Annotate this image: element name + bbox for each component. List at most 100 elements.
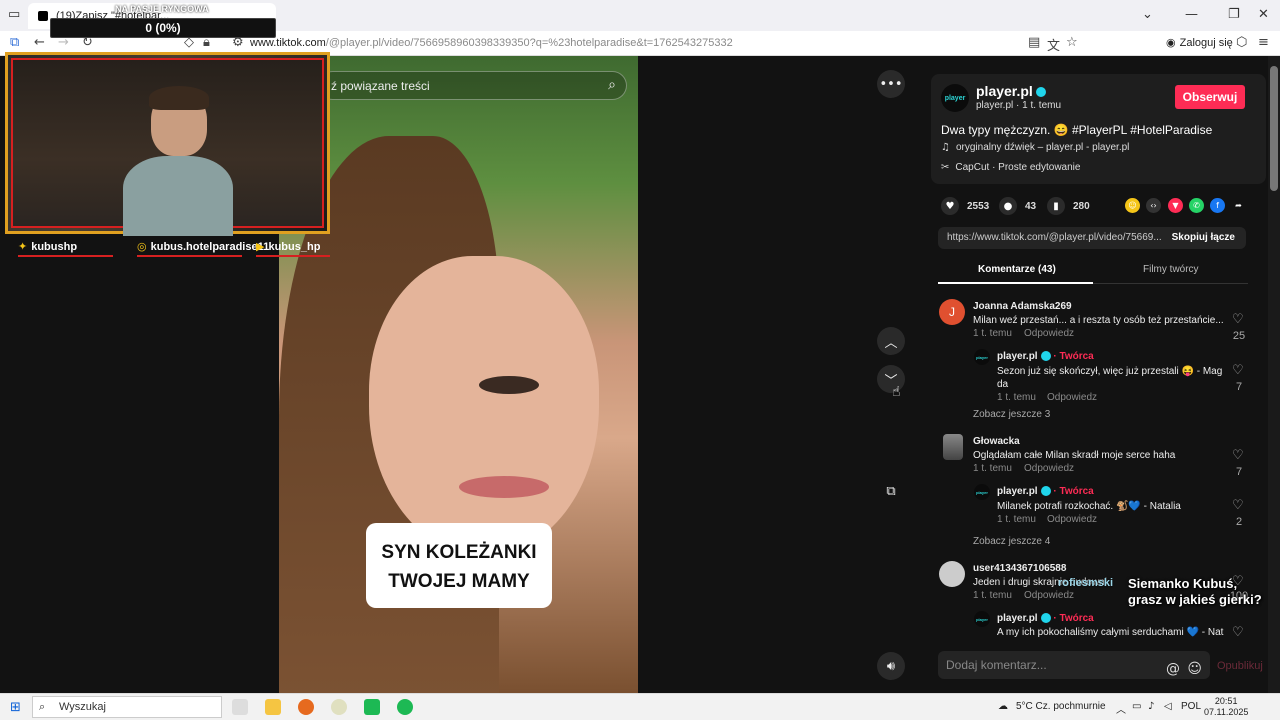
panel-scrollbar[interactable] [1268,56,1280,693]
tray-chevron-icon[interactable]: ︿ [1116,701,1126,716]
author-meta: player.pl · 1 t. temu [976,100,1062,111]
author-name: player.pl [976,83,1033,99]
reply-avatar[interactable]: player [974,611,990,627]
file-explorer-icon[interactable] [265,699,281,715]
firefox-icon[interactable] [298,699,314,715]
reply-button[interactable]: Odpowiedz [1024,590,1074,601]
comment-button[interactable]: ● 43 [999,197,1036,215]
facebook-icon[interactable]: f [1210,198,1225,213]
comment-like-icon[interactable]: ♡ [1232,363,1244,378]
speaker-icon[interactable]: ◁ [1164,701,1172,712]
view-more-replies[interactable]: Zobacz jeszcze 3 [973,409,1050,420]
scrollbar-thumb[interactable] [1270,66,1278,191]
tab-comments[interactable]: Komentarze (43) [978,264,1056,275]
pip-button[interactable]: ⧉ [877,477,905,505]
comment-time: 1 t. temu [973,463,1012,474]
video-link-field[interactable]: https://www.tiktok.com/@player.pl/video/… [938,227,1246,249]
copy-link-button[interactable]: Skopiuj łącze [1172,227,1235,249]
extensions-icon[interactable]: ⬡ [1236,35,1247,50]
microphone-icon[interactable]: ♪ [1148,701,1154,712]
video-description: Dwa typy mężczyzn. 😄 #PlayerPL #HotelPar… [941,123,1213,137]
comment-text: Milan weź przestań... a i reszta ty osób… [973,315,1224,326]
clock[interactable]: 20:51 07.11.2025 [1204,696,1248,718]
reply-avatar[interactable]: player [974,349,990,365]
weather-icon[interactable]: ☁ [998,701,1008,712]
comment-like-icon[interactable]: ♡ [1232,498,1244,513]
sound-row[interactable]: ♫ oryginalny dźwięk – player.pl - player… [941,142,1129,153]
tab-list-icon[interactable]: ▭ [8,7,20,22]
emoji-icon[interactable]: ☺ [1187,655,1202,683]
restore-icon[interactable]: ❐ [1228,7,1240,22]
reply-author-row[interactable]: player.pl · Twórca [997,613,1094,624]
reply-button[interactable]: Odpowiedz [1024,463,1074,474]
bookmark-star-icon[interactable]: ☆ [1066,35,1078,50]
author-avatar[interactable]: player [941,84,969,112]
caption-line-2: TWOJEJ MAMY [388,571,530,592]
comment-like-icon[interactable]: ♡ [1232,448,1244,463]
social-twitter: ✦ kubushp [18,240,113,257]
menu-icon[interactable]: ≡ [1258,35,1269,50]
author-name-row[interactable]: player.pl [976,83,1046,99]
xbox-app-icon[interactable] [364,699,380,715]
comment-author[interactable]: Joanna Adamska269 [973,301,1072,312]
reply-button[interactable]: Odpowiedz [1047,392,1097,403]
reply-text: Milanek potrafi rozkochać. 🐒💙 - Natalia [997,501,1181,512]
comment-author[interactable]: Głowacka [973,436,1020,447]
share-icon[interactable]: ➦ [1231,198,1246,213]
comment-input[interactable]: Dodaj komentarz... @ ☺ [938,651,1210,679]
tab-creator-videos[interactable]: Filmy twórcy [1143,264,1199,275]
comment-placeholder: Dodaj komentarz... [946,658,1047,672]
address-bar[interactable]: www.tiktok.com/@player.pl/video/75669589… [250,37,733,49]
reply-button[interactable]: Odpowiedz [1047,514,1097,525]
chevron-down-icon[interactable]: ⌄ [1142,7,1153,22]
reply-author-row[interactable]: player.pl · Twórca [997,351,1094,362]
reply-avatar[interactable]: player [974,484,990,500]
repost-icon[interactable]: ☺ [1125,198,1140,213]
capcut-row[interactable]: ✂ CapCut · Proste edytowanie [941,162,1080,173]
volume-button[interactable]: 🔊︎ [877,652,905,680]
task-view-icon[interactable] [232,699,248,715]
reader-view-icon[interactable]: ▤ [1028,35,1040,50]
publish-button[interactable]: Opublikuj [1217,660,1263,672]
avatar[interactable] [939,561,965,587]
related-search-input[interactable]: ź powiązane treści ⌕ [318,71,627,100]
login-button[interactable]: ◉ Zaloguj się [1166,36,1233,49]
translate-icon[interactable]: 文 [1047,35,1060,54]
whatsapp-icon[interactable]: ✆ [1189,198,1204,213]
reply-button[interactable]: Odpowiedz [1024,328,1074,339]
comment-author[interactable]: user4134367106588 [973,563,1066,574]
next-video-button[interactable]: ﹀ [877,365,905,393]
app-icon[interactable] [331,699,347,715]
previous-video-button[interactable]: ︿ [877,327,905,355]
new-tab-icon[interactable]: ⧉ [10,35,19,50]
like-button[interactable]: ♥ 2553 [941,197,989,215]
avatar[interactable] [943,434,963,460]
send-icon[interactable]: ▼ [1168,198,1183,213]
save-button[interactable]: ▮ 280 [1047,197,1090,215]
weather-label[interactable]: 5°C Cz. pochmurnie [1016,701,1106,712]
streamer [123,86,233,236]
spotify-icon[interactable] [397,699,413,715]
embed-icon[interactable]: ‹› [1146,198,1161,213]
comment-like-icon[interactable]: ♡ [1232,312,1244,327]
comment-like-icon[interactable]: ♡ [1232,625,1244,640]
back-icon[interactable]: ← [34,35,45,50]
more-options-button[interactable]: ••• [877,70,905,98]
language-indicator[interactable]: POL [1181,701,1201,712]
close-icon[interactable]: ✕ [1258,7,1269,22]
avatar[interactable]: J [939,299,965,325]
view-more-replies[interactable]: Zobacz jeszcze 4 [973,536,1050,547]
social-instagram: ◎ kubus.hotelparadise11 [137,240,269,257]
network-icon[interactable]: ▭ [1132,701,1141,712]
related-search-placeholder: ź powiązane treści [331,78,430,93]
verified-icon [1040,351,1051,362]
search-icon[interactable]: ⌕ [608,77,616,93]
reply-time: 1 t. temu [997,514,1036,525]
minimize-icon[interactable]: — [1185,7,1198,22]
windows-start-icon[interactable]: ⊞ [10,700,21,715]
taskbar-search[interactable]: ⌕ Wyszukaj [32,696,222,718]
verified-icon [1035,87,1046,98]
mention-icon[interactable]: @ [1166,655,1180,683]
follow-button[interactable]: Obserwuj [1175,85,1245,109]
reply-author-row[interactable]: player.pl · Twórca [997,486,1094,497]
